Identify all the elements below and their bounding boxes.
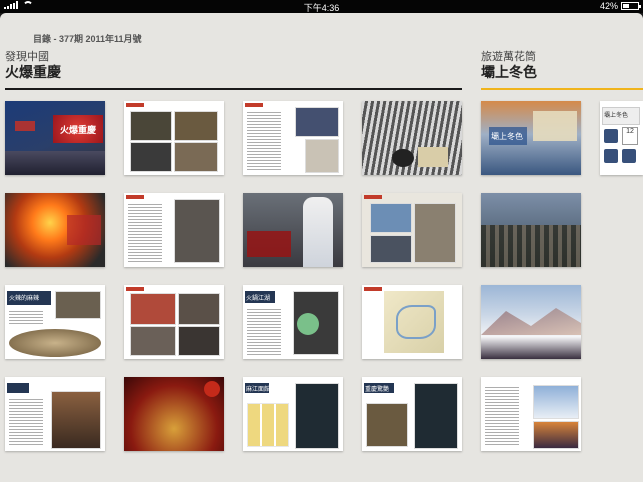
page-thumbnail[interactable] <box>481 377 581 451</box>
page-thumbnail[interactable] <box>124 101 224 175</box>
section-1-title: 火爆重慶 <box>5 64 61 80</box>
page-caption: 麻江面館 <box>246 387 271 393</box>
page-thumbnail[interactable]: 火爆重慶 <box>5 101 105 175</box>
page-thumbnail[interactable]: 火鍋江湖 <box>243 285 343 359</box>
page-thumbnail[interactable] <box>243 101 343 175</box>
toc-header: 目錄 - 377期 2011年11月號 <box>33 34 142 44</box>
travel-caption: 壩上冬色 <box>604 113 629 119</box>
page-thumbnail[interactable] <box>362 101 462 175</box>
page-thumbnail[interactable] <box>5 193 105 267</box>
page-thumbnail[interactable] <box>124 377 224 451</box>
page-thumbnail[interactable] <box>124 285 224 359</box>
page-thumbnail[interactable] <box>481 285 581 359</box>
page-thumbnail[interactable] <box>362 285 462 359</box>
page-thumbnail[interactable]: 重慶驚艷 <box>362 377 462 451</box>
travel-caption: 壩上冬色 <box>491 132 523 141</box>
status-bar: 下午4:36 42% <box>0 0 643 13</box>
page-thumbnail[interactable] <box>362 193 462 267</box>
page-caption: 火鍋江湖 <box>246 296 271 302</box>
page-thumbnail[interactable] <box>481 193 581 267</box>
page-thumbnail[interactable]: 壩上冬色 12 <box>600 101 643 175</box>
cover-title: 火爆重慶 <box>60 125 97 135</box>
battery-percent: 42% <box>599 1 618 11</box>
magazine-app: 目錄 - 377期 2011年11月號 發現中國 火爆重慶 旅遊萬花筒 壩上冬色… <box>0 13 643 482</box>
calendar-number: 12 <box>622 127 638 145</box>
status-right: 42% <box>599 1 641 11</box>
section-2-rule <box>481 88 643 90</box>
page-thumbnail[interactable] <box>5 377 105 451</box>
section-2-title: 壩上冬色 <box>481 64 537 80</box>
page-thumbnail[interactable]: 麻江面館 <box>243 377 343 451</box>
section-1-rule <box>5 88 462 90</box>
page-thumbnail[interactable] <box>243 193 343 267</box>
page-thumbnail[interactable]: 火辣的麻辣 <box>5 285 105 359</box>
page-thumbnail[interactable] <box>124 193 224 267</box>
page-caption: 火辣的麻辣 <box>9 296 40 302</box>
page-caption: 重慶驚艷 <box>365 387 390 393</box>
battery-icon <box>621 2 641 10</box>
page-thumbnail[interactable]: 壩上冬色 <box>481 101 581 175</box>
